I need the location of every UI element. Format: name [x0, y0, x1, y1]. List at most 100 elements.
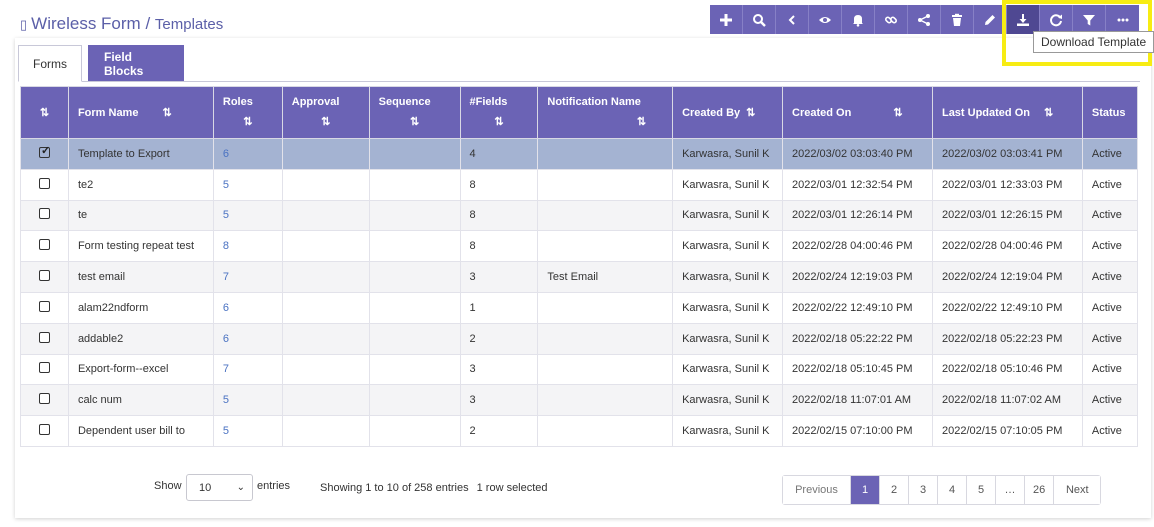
table-row[interactable]: te 5 8 Karwasra, Sunil K 2022/03/01 12:26:14…: [20, 199, 1139, 232]
created-by-cell: Karwasra, Sunil K: [672, 322, 784, 355]
status-cell: Active: [1081, 322, 1139, 355]
created-by-cell: Karwasra, Sunil K: [672, 199, 784, 232]
row-checkbox[interactable]: [39, 177, 50, 189]
table-row[interactable]: alam22ndform 6 1 Karwasra, Sunil K 2022/02/2…: [20, 291, 1139, 324]
tab-forms[interactable]: Forms: [18, 45, 82, 82]
edit-button[interactable]: [974, 5, 1007, 34]
header-status[interactable]: Status: [1081, 86, 1139, 139]
header-sequence[interactable]: Sequence ⇅: [368, 86, 461, 139]
row-checkbox[interactable]: [39, 239, 50, 251]
roles-cell[interactable]: 6: [212, 322, 283, 355]
page-size-select[interactable]: 10 ⌄: [186, 474, 253, 501]
table-row[interactable]: addable2 6 2 Karwasra, Sunil K 2022/02/18 05…: [20, 322, 1139, 355]
page-subtitle: Templates: [154, 16, 224, 33]
header-created-on[interactable]: Created On ⇅: [782, 86, 933, 139]
created-on-cell: 2022/03/01 12:32:54 PM: [782, 168, 933, 201]
tab-field-blocks[interactable]: Field Blocks: [88, 45, 184, 82]
roles-cell[interactable]: 5: [212, 168, 283, 201]
row-checkbox[interactable]: [39, 393, 50, 405]
table-row[interactable]: test email 7 3 Test Email Karwasra, Sunil K2…: [20, 261, 1139, 293]
preview-button[interactable]: [809, 5, 842, 34]
header-created-by[interactable]: Created By ⇅: [672, 86, 784, 139]
table-row[interactable]: Dependent user bill to 5 2 Karwasra, Sunil …: [20, 415, 1139, 447]
sort-icon: ⇅: [494, 116, 504, 128]
roles-cell[interactable]: 5: [212, 199, 283, 232]
selected-info: 1 row selected: [476, 482, 548, 494]
filter-button[interactable]: [1073, 5, 1106, 34]
select-all-header[interactable]: ⇅: [20, 86, 69, 139]
updated-on-cell: 2022/02/22 12:49:10 PM: [931, 291, 1083, 324]
refresh-button[interactable]: [1040, 5, 1073, 34]
roles-cell[interactable]: 7: [212, 261, 283, 293]
created-on-cell: 2022/02/15 07:10:00 PM: [782, 415, 933, 447]
delete-button[interactable]: [941, 5, 974, 34]
approval-cell: [281, 138, 370, 170]
search-button[interactable]: [743, 5, 776, 34]
roles-cell[interactable]: 5: [212, 384, 283, 417]
form-name-cell: te2: [67, 168, 214, 201]
page-button[interactable]: 2: [880, 476, 909, 504]
page-button[interactable]: 4: [938, 476, 967, 504]
previous-page-button[interactable]: Previous: [783, 476, 851, 504]
sort-icon: ⇅: [321, 116, 331, 128]
approval-cell: [281, 168, 370, 201]
row-checkbox[interactable]: [39, 300, 50, 312]
row-checkbox[interactable]: [39, 144, 50, 158]
page-button[interactable]: 1: [851, 476, 880, 504]
sequence-cell: [368, 291, 461, 324]
header-last-updated-on[interactable]: Last Updated On ⇅: [931, 86, 1083, 139]
header-notification-name[interactable]: Notification Name ⇅: [537, 86, 674, 139]
back-button[interactable]: [776, 5, 809, 34]
page-button[interactable]: 5: [967, 476, 996, 504]
more-button[interactable]: [1106, 5, 1139, 34]
roles-cell[interactable]: 8: [212, 230, 283, 263]
table-row[interactable]: Template to Export64Karwasra, Sunil K202…: [20, 138, 1139, 170]
roles-cell[interactable]: 6: [212, 138, 283, 170]
fields-cell: 3: [459, 353, 539, 386]
table-row[interactable]: calc num 5 3 Karwasra, Sunil K 2022/02/18 11…: [20, 384, 1139, 417]
updated-on-cell: 2022/02/15 07:10:05 PM: [931, 415, 1083, 447]
next-page-button[interactable]: Next: [1054, 476, 1101, 504]
table-row[interactable]: Form testing repeat test 8 8 Karwasra, Suni…: [20, 230, 1139, 263]
eye-icon: [819, 16, 831, 23]
page-button[interactable]: 3: [909, 476, 938, 504]
form-name-cell: Export-form--excel: [67, 353, 214, 386]
updated-on-cell: 2022/03/02 03:03:41 PM: [931, 138, 1083, 170]
notification-cell: [537, 353, 674, 386]
status-cell: Active: [1081, 291, 1139, 324]
page-ellipsis: …: [996, 476, 1025, 504]
share-icon: [918, 13, 930, 26]
header-approval[interactable]: Approval ⇅: [281, 86, 370, 139]
notification-cell: [537, 322, 674, 355]
roles-cell[interactable]: 6: [212, 291, 283, 324]
row-checkbox[interactable]: [39, 331, 50, 343]
sequence-cell: [368, 230, 461, 263]
page-size-value: 10: [199, 481, 212, 494]
header-form-name[interactable]: Form Name ⇅: [67, 86, 214, 139]
updated-on-cell: 2022/02/18 11:07:02 AM: [931, 384, 1083, 417]
row-checkbox[interactable]: [39, 424, 50, 436]
roles-cell[interactable]: 5: [212, 415, 283, 447]
notification-button[interactable]: [842, 5, 875, 34]
page-button[interactable]: 26: [1025, 476, 1055, 504]
header-roles[interactable]: Roles ⇅: [212, 86, 283, 139]
share-button[interactable]: [908, 5, 941, 34]
row-select-cell: [20, 291, 69, 324]
download-template-button[interactable]: [1007, 5, 1040, 34]
row-checkbox[interactable]: [39, 362, 50, 374]
row-checkbox[interactable]: [39, 208, 50, 220]
fields-cell: 1: [459, 291, 539, 324]
fields-cell: 3: [459, 384, 539, 417]
pencil-icon: [985, 14, 995, 25]
status-cell: Active: [1081, 384, 1139, 417]
chevron-left-icon: [788, 14, 795, 25]
link-button[interactable]: [875, 5, 908, 34]
table-row[interactable]: Export-form--excel 7 3 Karwasra, Sunil K 202…: [20, 353, 1139, 386]
approval-cell: [281, 384, 370, 417]
roles-cell[interactable]: 7: [212, 353, 283, 386]
add-button[interactable]: [710, 5, 743, 34]
row-checkbox[interactable]: [39, 270, 50, 282]
table-row[interactable]: te2 5 8 Karwasra, Sunil K 2022/03/01 12:32:5…: [20, 168, 1139, 201]
approval-cell: [281, 353, 370, 386]
header-fields[interactable]: #Fields ⇅: [459, 86, 539, 139]
